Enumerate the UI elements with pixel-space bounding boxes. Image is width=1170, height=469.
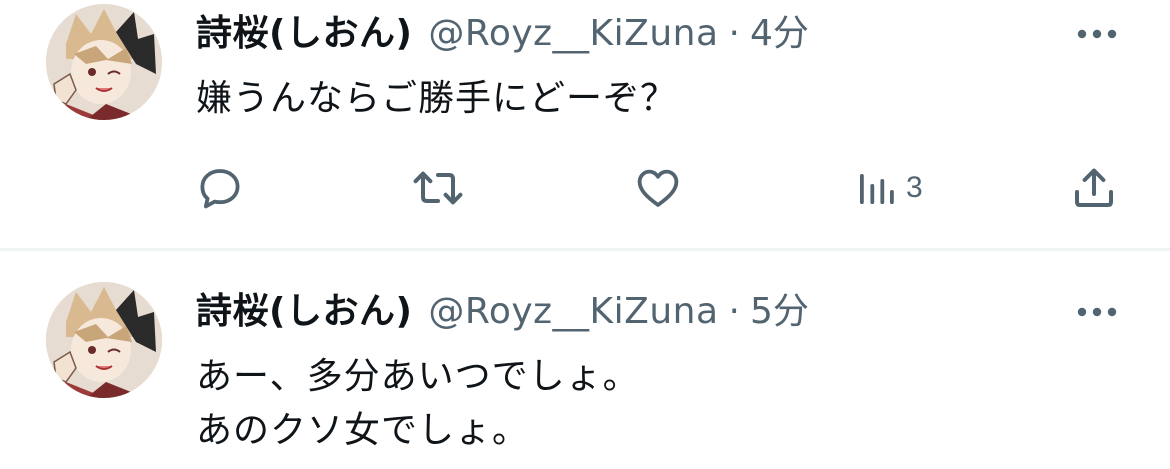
tweet-text: 嫌うんならご勝手にどーぞ？ xyxy=(196,72,677,126)
more-dots-icon xyxy=(1077,29,1117,39)
tweet[interactable]: 詩桜(しおん) @Royz__KiZuna · 5分 あー、多分あいつでしょ。 … xyxy=(0,252,1170,469)
tweet-header: 詩桜(しおん) @Royz__KiZuna · 4分 xyxy=(196,6,809,62)
like-button[interactable] xyxy=(634,162,682,214)
share-icon xyxy=(1075,168,1113,207)
tweet-text: あー、多分あいつでしょ。 あのクソ女でしょ。 xyxy=(196,350,640,458)
views-button[interactable]: 3 xyxy=(856,162,923,214)
avatar-image xyxy=(46,4,162,120)
retweet-button[interactable] xyxy=(412,162,464,214)
avatar[interactable] xyxy=(46,282,162,398)
tweet-text-line: あー、多分あいつでしょ。 xyxy=(196,356,640,397)
views-count: 3 xyxy=(906,171,923,204)
tweet-text-line: 嫌うんならご勝手にどーぞ？ xyxy=(196,78,678,119)
user-handle[interactable]: @Royz__KiZuna xyxy=(428,284,718,340)
reply-icon xyxy=(200,169,240,209)
more-dots-icon xyxy=(1077,307,1117,317)
more-options-button[interactable] xyxy=(1072,292,1122,332)
timestamp[interactable]: 4分 xyxy=(750,6,809,62)
retweet-icon xyxy=(413,171,463,205)
display-name[interactable]: 詩桜(しおん) xyxy=(196,6,412,62)
views-chart-icon xyxy=(860,174,894,204)
user-handle[interactable]: @Royz__KiZuna xyxy=(428,6,718,62)
heart-icon xyxy=(637,169,679,207)
timestamp[interactable]: 5分 xyxy=(750,284,809,340)
separator-dot: · xyxy=(728,291,740,332)
tweet-divider xyxy=(0,248,1170,251)
more-options-button[interactable] xyxy=(1072,14,1122,54)
tweet-header: 詩桜(しおん) @Royz__KiZuna · 5分 xyxy=(196,284,809,340)
share-button[interactable] xyxy=(1070,162,1118,214)
avatar[interactable] xyxy=(46,4,162,120)
tweet[interactable]: 詩桜(しおん) @Royz__KiZuna · 4分 嫌うんならご勝手にどーぞ？ xyxy=(0,0,1170,250)
tweet-actions: 3 xyxy=(0,162,1170,214)
tweet-text-line: あのクソ女でしょ。 xyxy=(196,410,530,451)
avatar-image xyxy=(46,282,162,398)
separator-dot: · xyxy=(728,13,740,54)
display-name[interactable]: 詩桜(しおん) xyxy=(196,284,412,340)
reply-button[interactable] xyxy=(196,162,244,214)
